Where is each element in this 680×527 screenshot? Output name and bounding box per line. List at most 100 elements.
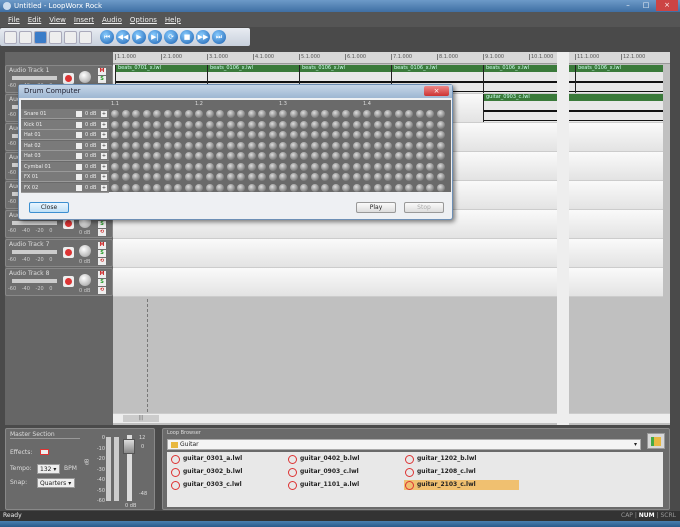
step-pad[interactable]	[373, 110, 382, 118]
step-pad[interactable]	[111, 152, 119, 160]
menu-file[interactable]: File	[8, 16, 20, 24]
step-pad[interactable]	[174, 173, 182, 181]
new-icon[interactable]	[4, 30, 17, 44]
solo-button[interactable]: S	[98, 76, 106, 83]
step-pad[interactable]	[426, 162, 434, 171]
plus-button[interactable]: +	[101, 111, 107, 117]
step-pad[interactable]	[373, 120, 382, 129]
step-pad[interactable]	[363, 131, 371, 139]
step-pad[interactable]	[216, 141, 224, 150]
step-pad[interactable]	[132, 152, 140, 160]
mute-button[interactable]: M	[98, 271, 106, 278]
plus-button[interactable]: +	[101, 184, 107, 191]
plus-button[interactable]: +	[101, 174, 107, 180]
step-pad[interactable]	[279, 152, 287, 160]
step-pad[interactable]	[174, 131, 182, 139]
step-pad[interactable]	[373, 152, 382, 160]
mute-checkbox[interactable]	[76, 163, 82, 170]
pan-knob[interactable]	[79, 71, 91, 83]
plus-button[interactable]: +	[101, 142, 107, 149]
step-pad[interactable]	[226, 110, 235, 118]
step-pad[interactable]	[415, 152, 424, 160]
step-pad[interactable]	[247, 141, 256, 150]
step-pad[interactable]	[142, 110, 151, 118]
step-pad[interactable]	[331, 110, 340, 118]
timeline-ruler[interactable]: 1.1.000 2.1.000 3.1.000 4.1.000 5.1.000 6.1.0…	[113, 52, 670, 64]
step-pad[interactable]	[121, 173, 130, 181]
step-pad[interactable]	[279, 120, 287, 129]
step-pad[interactable]	[405, 173, 413, 181]
track-lane[interactable]	[113, 239, 663, 268]
step-pad[interactable]	[142, 131, 151, 139]
step-pad[interactable]	[373, 173, 382, 181]
step-pad[interactable]	[426, 173, 434, 181]
step-pad[interactable]	[237, 110, 245, 118]
step-pad[interactable]	[405, 141, 413, 150]
step-pad[interactable]	[394, 141, 403, 150]
step-pad[interactable]	[394, 162, 403, 171]
menu-edit[interactable]: Edit	[28, 16, 42, 24]
step-pad[interactable]	[216, 120, 224, 129]
step-pad[interactable]	[415, 141, 424, 150]
step-pad[interactable]	[132, 120, 140, 129]
step-pad[interactable]	[121, 162, 130, 171]
mute-checkbox[interactable]	[76, 142, 82, 149]
step-pad[interactable]	[331, 141, 340, 150]
step-pad[interactable]	[216, 162, 224, 171]
step-pad[interactable]	[436, 141, 445, 150]
loop-item[interactable]: guitar_1208_c.lwl	[404, 467, 519, 477]
step-pad[interactable]	[415, 162, 424, 171]
step-pad[interactable]	[132, 162, 140, 171]
step-pad[interactable]	[363, 183, 371, 192]
solo-button[interactable]: S	[98, 250, 106, 257]
step-pad[interactable]	[247, 120, 256, 129]
step-pad[interactable]	[300, 110, 308, 118]
step-pad[interactable]	[216, 173, 224, 181]
menu-view[interactable]: View	[49, 16, 66, 24]
step-pad[interactable]	[384, 183, 392, 192]
step-pad[interactable]	[153, 183, 161, 192]
step-pad[interactable]	[205, 183, 214, 192]
loop-item[interactable]: guitar_0402_b.lwl	[287, 454, 402, 464]
step-pad[interactable]	[384, 120, 392, 129]
step-pad[interactable]	[426, 110, 434, 118]
step-pad[interactable]	[174, 162, 182, 171]
step-pad[interactable]	[195, 173, 203, 181]
step-pad[interactable]	[216, 183, 224, 192]
step-pad[interactable]	[289, 120, 298, 129]
step-pad[interactable]	[142, 141, 151, 150]
step-pad[interactable]	[394, 152, 403, 160]
mute-checkbox[interactable]	[76, 174, 82, 180]
step-pad[interactable]	[121, 183, 130, 192]
step-pad[interactable]	[426, 120, 434, 129]
step-pad[interactable]	[237, 131, 245, 139]
loop-item[interactable]: guitar_1101_a.lwl	[287, 480, 402, 490]
step-pad[interactable]	[415, 131, 424, 139]
maximize-button[interactable]: □	[638, 0, 654, 11]
step-pad[interactable]	[300, 183, 308, 192]
step-pad[interactable]	[279, 173, 287, 181]
step-pad[interactable]	[321, 131, 329, 139]
step-pad[interactable]	[279, 141, 287, 150]
play-icon[interactable]: ▶	[132, 30, 146, 44]
step-pad[interactable]	[174, 110, 182, 118]
solo-button[interactable]: S	[98, 279, 106, 286]
fast-forward-icon[interactable]: ▶▶	[196, 30, 210, 44]
folder-select[interactable]: Guitar ▾	[167, 439, 641, 450]
pan-knob[interactable]	[79, 245, 91, 257]
step-pad[interactable]	[289, 110, 298, 118]
step-pad[interactable]	[268, 173, 277, 181]
step-pad[interactable]	[394, 131, 403, 139]
step-pad[interactable]	[331, 173, 340, 181]
loop-item[interactable]: guitar_1202_b.lwl	[404, 454, 519, 464]
step-pad[interactable]	[405, 110, 413, 118]
step-pad[interactable]	[415, 173, 424, 181]
step-pad[interactable]	[174, 141, 182, 150]
step-pad[interactable]	[142, 183, 151, 192]
step-pad[interactable]	[205, 141, 214, 150]
step-pad[interactable]	[342, 110, 350, 118]
step-pad[interactable]	[237, 173, 245, 181]
step-pad[interactable]	[111, 141, 119, 150]
step-pad[interactable]	[394, 120, 403, 129]
step-pad[interactable]	[226, 131, 235, 139]
